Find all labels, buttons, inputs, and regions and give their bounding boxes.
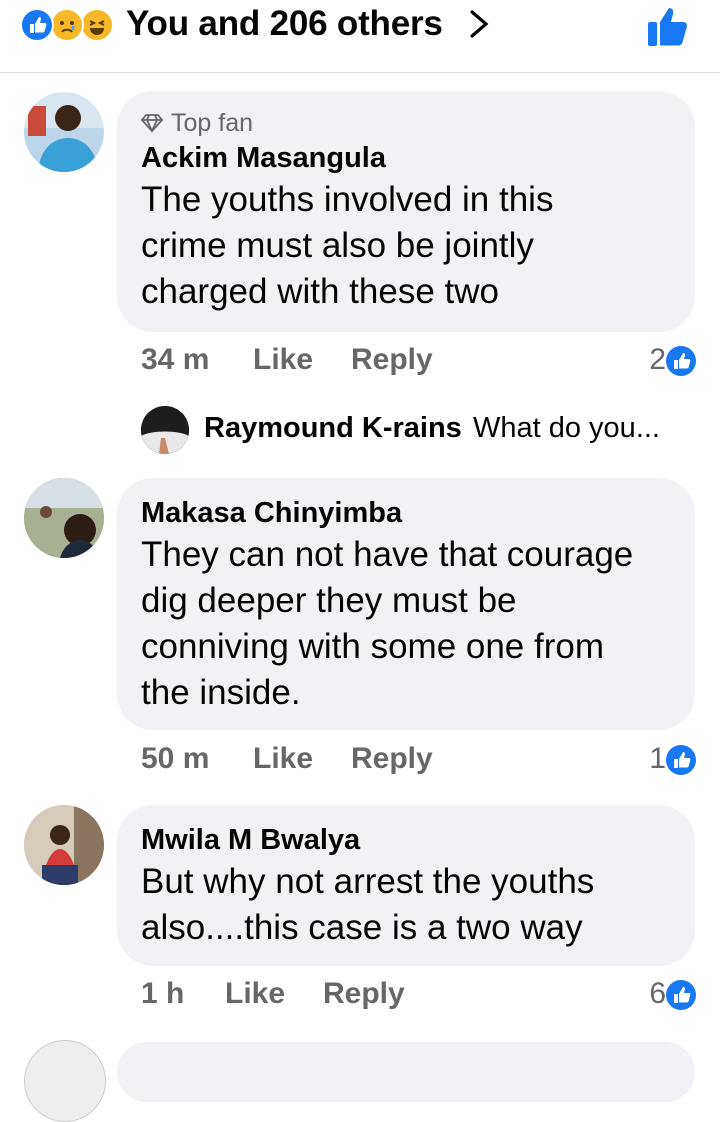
reply-button[interactable]: Reply (323, 977, 405, 1011)
comment-text-line: charged with these two (141, 272, 499, 311)
comment-text-line: also....this case is a two way (141, 908, 583, 947)
top-fan-badge: Top fan (141, 107, 671, 139)
reactions-title[interactable]: You and 206 others (126, 4, 443, 44)
comment-text: The youths involved in this crime must a… (141, 177, 671, 315)
badge-label: Top fan (171, 108, 254, 137)
like-reaction-icon (666, 745, 696, 775)
comment-text-line: But why not arrest the youths (141, 862, 595, 901)
thumbs-up-icon[interactable] (646, 4, 692, 53)
comment-text: They can not have that courage dig deepe… (141, 532, 671, 716)
comment-bubble[interactable]: Top fan Ackim Masangula The youths invol… (117, 91, 695, 332)
comment-text-line: conniving with some one from (141, 627, 604, 666)
comment-bubble[interactable]: Mwila M Bwalya But why not arrest the yo… (117, 805, 695, 966)
comment-time[interactable]: 34 m (141, 343, 209, 377)
avatar[interactable] (141, 406, 189, 454)
like-button[interactable]: Like (225, 977, 285, 1011)
reaction-summary[interactable] (20, 8, 130, 42)
comment-text: But why not arrest the youths also....th… (141, 859, 671, 951)
comment-author[interactable]: Makasa Chinyimba (141, 494, 671, 532)
comment-author[interactable]: Mwila M Bwalya (141, 821, 671, 859)
comment-time[interactable]: 50 m (141, 742, 209, 776)
comment-actions: 1 h Like Reply 6 (141, 977, 696, 1017)
reply-button[interactable]: Reply (351, 742, 433, 776)
comment-author[interactable]: Ackim Masangula (141, 139, 671, 177)
comment-bubble[interactable]: Makasa Chinyimba They can not have that … (117, 478, 695, 730)
reply-author[interactable]: Raymound K-rains (204, 412, 462, 445)
comment-text-line: the inside. (141, 673, 301, 712)
comment-actions: 50 m Like Reply 1 (141, 742, 696, 782)
comment-text-line: They can not have that courage (141, 535, 634, 574)
reply-snippet[interactable]: What do you... (473, 412, 660, 445)
avatar[interactable] (24, 805, 104, 885)
comment-actions: 34 m Like Reply 2 (141, 343, 696, 383)
chevron-right-icon[interactable] (466, 8, 492, 45)
reaction-count[interactable]: 6 (649, 977, 666, 1011)
like-button[interactable]: Like (253, 343, 313, 377)
reaction-count[interactable]: 2 (649, 343, 666, 377)
comment-text-line: The youths involved in this (141, 180, 554, 219)
reply-preview[interactable]: Raymound K-rains What do you... (141, 406, 701, 456)
avatar[interactable] (24, 478, 104, 558)
like-reaction-icon (666, 980, 696, 1010)
like-reaction-icon (666, 346, 696, 376)
reaction-count[interactable]: 1 (649, 742, 666, 776)
reactions-header[interactable]: You and 206 others (0, 0, 720, 73)
like-button[interactable]: Like (253, 742, 313, 776)
avatar[interactable] (24, 92, 104, 172)
comment-text-line: crime must also be jointly (141, 226, 534, 265)
reply-button[interactable]: Reply (351, 343, 433, 377)
comment-time[interactable]: 1 h (141, 977, 184, 1011)
sad-reaction-icon (50, 8, 84, 42)
comment-bubble[interactable] (117, 1042, 695, 1102)
diamond-icon (141, 114, 163, 133)
comment-text-line: dig deeper they must be (141, 581, 517, 620)
like-reaction-icon (20, 8, 54, 42)
haha-reaction-icon (80, 8, 114, 42)
avatar[interactable] (24, 1040, 106, 1122)
